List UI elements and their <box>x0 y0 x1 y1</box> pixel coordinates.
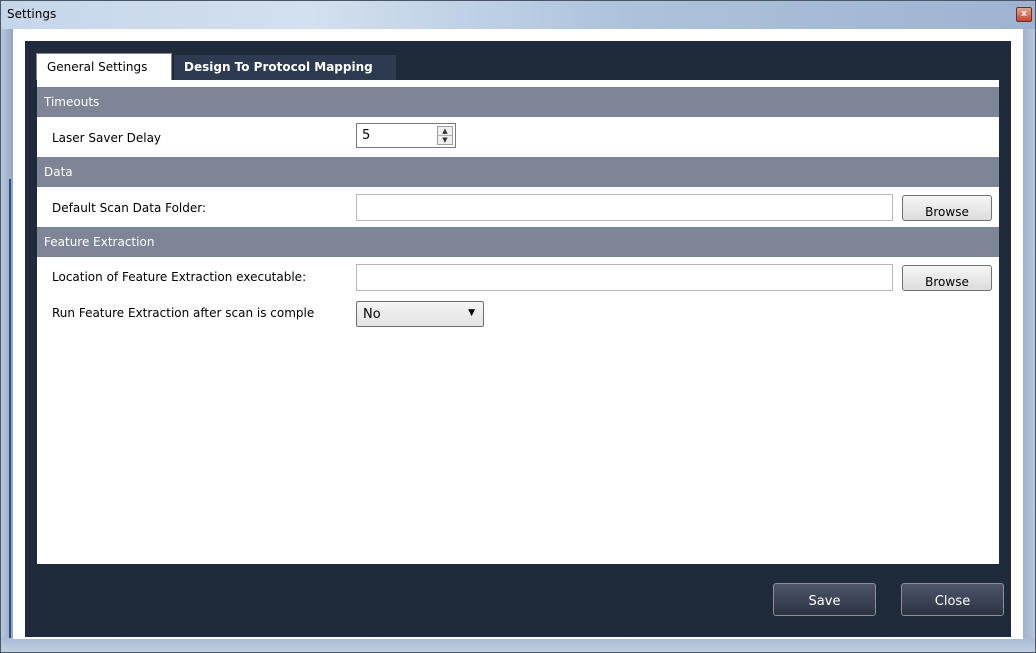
section-header-timeouts: Timeouts <box>37 87 999 117</box>
window-frame-right <box>1023 29 1035 652</box>
laser-saver-delay-value: 5 <box>362 128 371 143</box>
fe-location-label: Location of Feature Extraction executabl… <box>52 270 307 284</box>
window-frame-bottom <box>1 638 1035 652</box>
spin-down-icon[interactable]: ▼ <box>438 136 452 144</box>
default-scan-folder-label: Default Scan Data Folder: <box>52 201 207 215</box>
close-icon[interactable]: x <box>1016 7 1032 22</box>
run-fe-selected-value: No <box>363 307 381 322</box>
window-title: Settings <box>7 7 57 21</box>
run-fe-after-scan-select[interactable]: No ▼ <box>356 301 484 327</box>
window-frame-left <box>1 29 13 652</box>
dropdown-arrow-icon: ▼ <box>468 308 475 318</box>
browse-scan-folder-button[interactable]: Browse <box>902 195 992 221</box>
spin-up-icon[interactable]: ▲ <box>438 127 452 136</box>
spin-buttons: ▲ ▼ <box>437 126 453 145</box>
fe-location-input[interactable] <box>356 264 893 291</box>
save-button[interactable]: Save <box>773 583 876 616</box>
laser-saver-delay-label: Laser Saver Delay <box>52 131 162 145</box>
section-header-data: Data <box>37 157 999 187</box>
section-header-feature-extraction: Feature Extraction <box>37 227 999 257</box>
default-scan-folder-input[interactable] <box>356 194 893 221</box>
tab-design-to-protocol-mapping[interactable]: Design To Protocol Mapping <box>174 55 396 80</box>
settings-window: Settings x General Settings Design To Pr… <box>0 0 1036 653</box>
title-bar[interactable]: Settings x <box>1 1 1035 29</box>
close-button[interactable]: Close <box>901 583 1004 616</box>
tab-general-settings[interactable]: General Settings <box>36 53 172 80</box>
laser-saver-delay-spinner[interactable]: 5 ▲ ▼ <box>356 123 456 148</box>
run-fe-after-scan-label: Run Feature Extraction after scan is com… <box>52 306 315 320</box>
browse-fe-location-button[interactable]: Browse <box>902 265 992 291</box>
general-settings-panel: Timeouts Laser Saver Delay 5 ▲ ▼ Data De… <box>37 80 999 564</box>
